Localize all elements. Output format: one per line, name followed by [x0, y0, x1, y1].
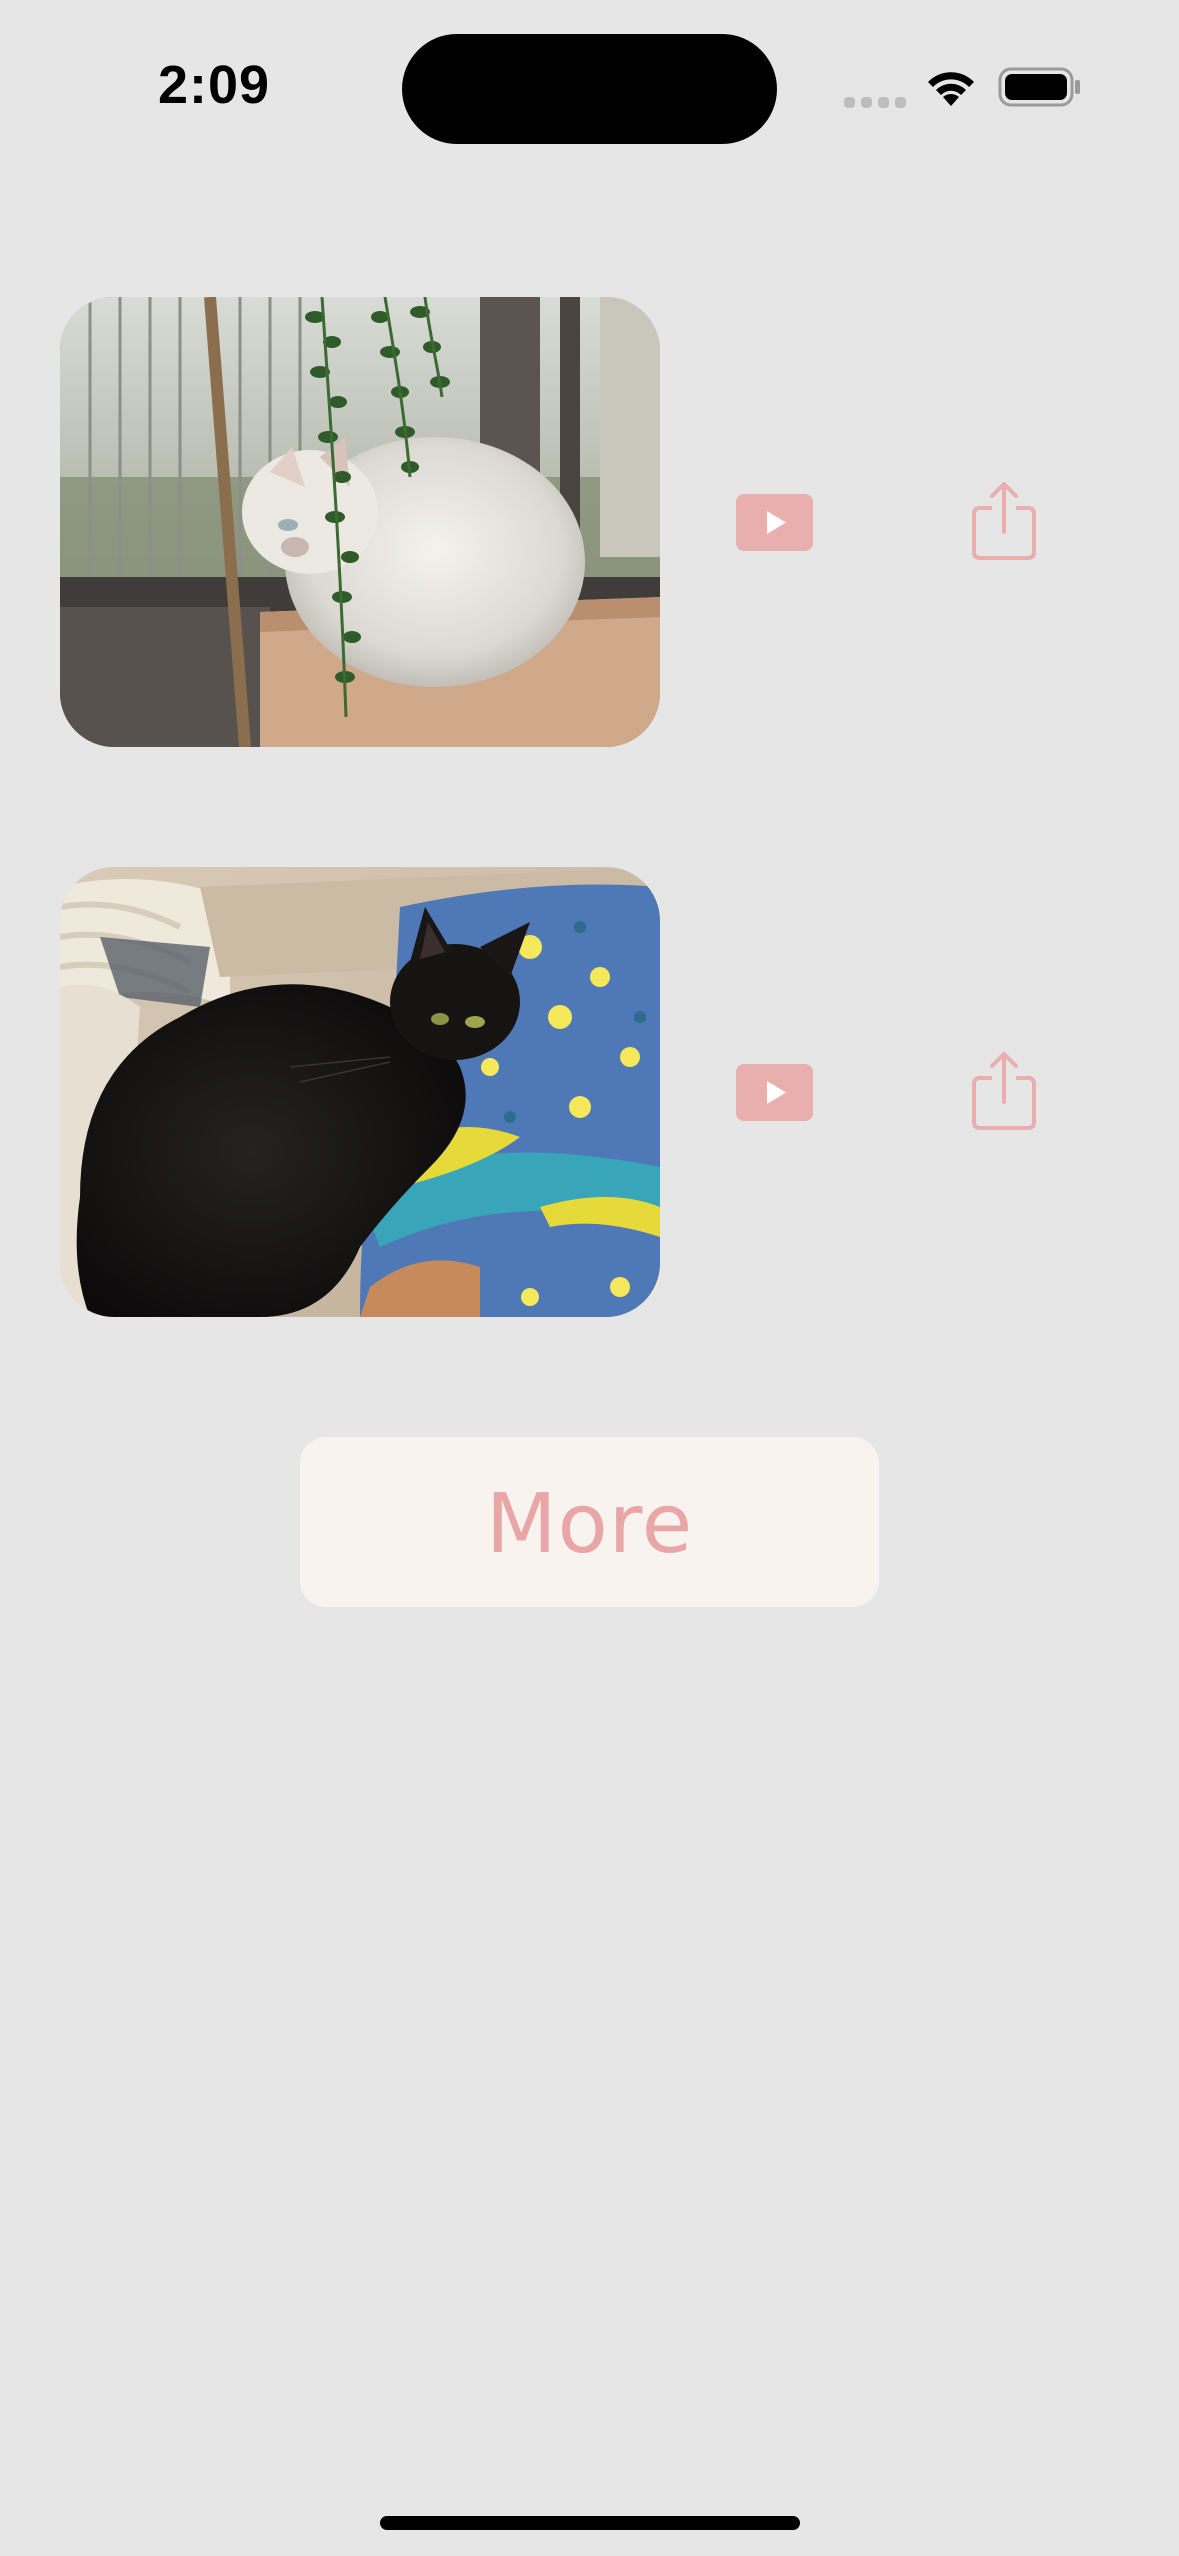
wifi-icon [928, 72, 974, 106]
home-indicator[interactable] [380, 2516, 800, 2530]
photo-row [0, 297, 1179, 747]
share-icon [972, 1052, 1036, 1130]
share-button[interactable] [970, 1050, 1038, 1132]
play-icon [767, 1081, 786, 1104]
white-cat-photo[interactable] [60, 297, 660, 747]
battery-icon [998, 67, 1080, 107]
cellular-signal-icon [844, 97, 906, 108]
photo-row [0, 867, 1179, 1317]
share-icon [972, 482, 1036, 560]
black-cat-photo[interactable] [60, 867, 660, 1317]
status-time: 2:09 [158, 55, 271, 115]
more-button-label: More [485, 1477, 694, 1572]
dynamic-island [402, 34, 777, 144]
more-button[interactable]: More [300, 1437, 879, 1607]
play-icon [767, 511, 786, 534]
status-bar: 2:09 [0, 0, 1179, 175]
share-button[interactable] [970, 480, 1038, 562]
play-button[interactable] [736, 494, 813, 551]
play-button[interactable] [736, 1064, 813, 1121]
